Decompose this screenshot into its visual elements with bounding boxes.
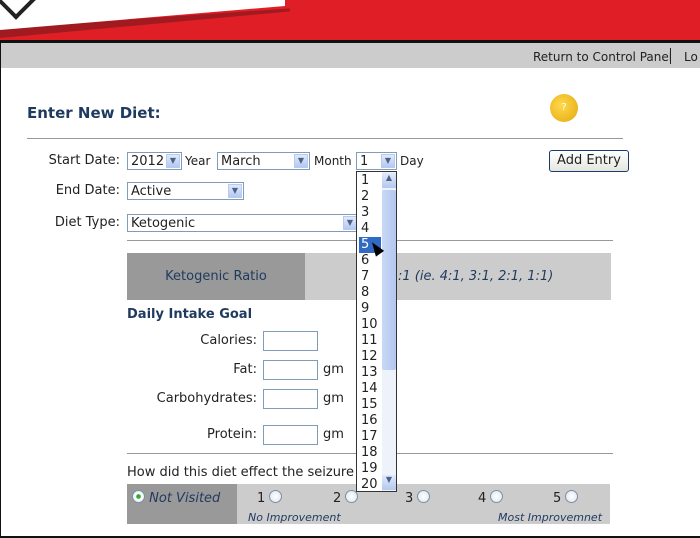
day-option[interactable]: 7 (359, 269, 381, 285)
nav-bar: Return to Control Panel Lo (0, 43, 700, 68)
month-select[interactable]: March ▼ (217, 152, 310, 170)
return-control-panel-link[interactable]: Return to Control Panel (533, 50, 672, 64)
carbs-unit: gm (323, 391, 344, 406)
year-select[interactable]: 2012 ▼ (127, 152, 182, 170)
nav-separator (670, 48, 671, 64)
rating-3[interactable]: 3 (405, 490, 431, 506)
chevron-down-icon: ▼ (166, 154, 180, 168)
left-border (0, 43, 1, 538)
carbs-label: Carbohydrates: (156, 391, 257, 406)
calories-label: Calories: (200, 333, 257, 348)
rating-4-label: 4 (478, 491, 487, 506)
day-option[interactable]: 15 (359, 397, 381, 413)
radio-selected[interactable] (132, 490, 145, 503)
day-option[interactable]: 17 (359, 429, 381, 445)
chevron-down-icon: ▼ (228, 184, 242, 198)
divider (27, 138, 623, 139)
scroll-down-icon[interactable]: ▼ (382, 475, 396, 490)
day-select[interactable]: 1 ▼ (356, 152, 397, 170)
chevron-down-icon: ▼ (294, 154, 308, 168)
day-option[interactable]: 11 (359, 333, 381, 349)
day-option[interactable]: 9 (359, 301, 381, 317)
scroll-up-icon[interactable]: ▲ (382, 173, 396, 188)
rating-1-label: 1 (257, 491, 266, 506)
chevron-down-icon: ▼ (381, 154, 395, 168)
protein-label: Protein: (207, 427, 257, 442)
rating-4[interactable]: 4 (478, 490, 504, 506)
calories-input[interactable] (263, 331, 318, 351)
add-entry-button[interactable]: Add Entry (549, 150, 629, 172)
scroll-thumb[interactable] (382, 190, 396, 370)
diet-type-value: Ketogenic (131, 216, 196, 231)
month-label: Month (314, 154, 352, 168)
protein-unit: gm (323, 427, 344, 442)
page-title: Enter New Diet: (27, 104, 161, 122)
day-option[interactable]: 1 (359, 173, 381, 189)
fat-label: Fat: (233, 362, 257, 377)
diet-type-label: Diet Type: (54, 215, 120, 230)
carbs-input[interactable] (263, 389, 318, 409)
day-option[interactable]: 2 (359, 189, 381, 205)
day-option[interactable]: 13 (359, 365, 381, 381)
day-option[interactable]: 8 (359, 285, 381, 301)
day-option[interactable]: 19 (359, 461, 381, 477)
end-date-label: End Date: (55, 183, 120, 198)
rating-2[interactable]: 2 (333, 490, 359, 506)
day-label: Day (400, 154, 424, 168)
no-improvement-label: No Improvement (248, 511, 341, 524)
fat-input[interactable] (263, 360, 318, 380)
ratio-hint: :1 (ie. 4:1, 3:1, 2:1, 1:1) (398, 269, 554, 284)
rating-5-label: 5 (553, 491, 562, 506)
day-option[interactable]: 12 (359, 349, 381, 365)
day-option[interactable]: 16 (359, 413, 381, 429)
ketogenic-ratio-label: Ketogenic Ratio (127, 253, 305, 300)
year-label: Year (185, 154, 211, 168)
radio[interactable] (417, 490, 431, 503)
most-improvement-label: Most Improvemnet (498, 511, 603, 524)
day-option[interactable]: 20 (359, 477, 381, 493)
month-value: March (221, 154, 261, 169)
seizure-question: How did this diet effect the seizure ac (127, 465, 374, 480)
fat-unit: gm (323, 362, 344, 377)
rating-3-label: 3 (405, 491, 414, 506)
intake-title: Daily Intake Goal (127, 307, 253, 322)
rating-1[interactable]: 1 (257, 490, 283, 506)
protein-input[interactable] (263, 425, 318, 445)
rating-2-label: 2 (333, 491, 342, 506)
day-option[interactable]: 10 (359, 317, 381, 333)
day-option[interactable]: 18 (359, 445, 381, 461)
day-option[interactable]: 4 (359, 221, 381, 237)
logout-link[interactable]: Lo (684, 50, 698, 64)
diet-type-select[interactable]: Ketogenic ▼ (127, 214, 359, 232)
day-option[interactable]: 6 (359, 253, 381, 269)
scrollbar[interactable]: ▲ ▼ (382, 172, 396, 491)
day-option[interactable]: 3 (359, 205, 381, 221)
day-dropdown-list[interactable]: ▲ ▼ 1 2 3 4 5 6 7 8 9 10 11 12 13 14 15 16 17 18 19 20 (356, 171, 397, 492)
not-visited-option[interactable]: Not Visited (132, 490, 220, 506)
radio[interactable] (269, 490, 283, 503)
rating-5[interactable]: 5 (553, 490, 579, 506)
not-visited-label: Not Visited (149, 491, 221, 506)
end-date-select[interactable]: Active ▼ (127, 182, 244, 200)
chevron-down-icon: ▼ (343, 216, 357, 230)
radio[interactable] (490, 490, 504, 503)
day-option[interactable]: 14 (359, 381, 381, 397)
end-date-value: Active (131, 184, 172, 199)
start-date-label: Start Date: (48, 153, 120, 168)
help-sticker-icon[interactable]: ? (550, 94, 578, 122)
radio[interactable] (565, 490, 579, 503)
year-value: 2012 (131, 154, 165, 169)
day-value: 1 (360, 154, 369, 169)
